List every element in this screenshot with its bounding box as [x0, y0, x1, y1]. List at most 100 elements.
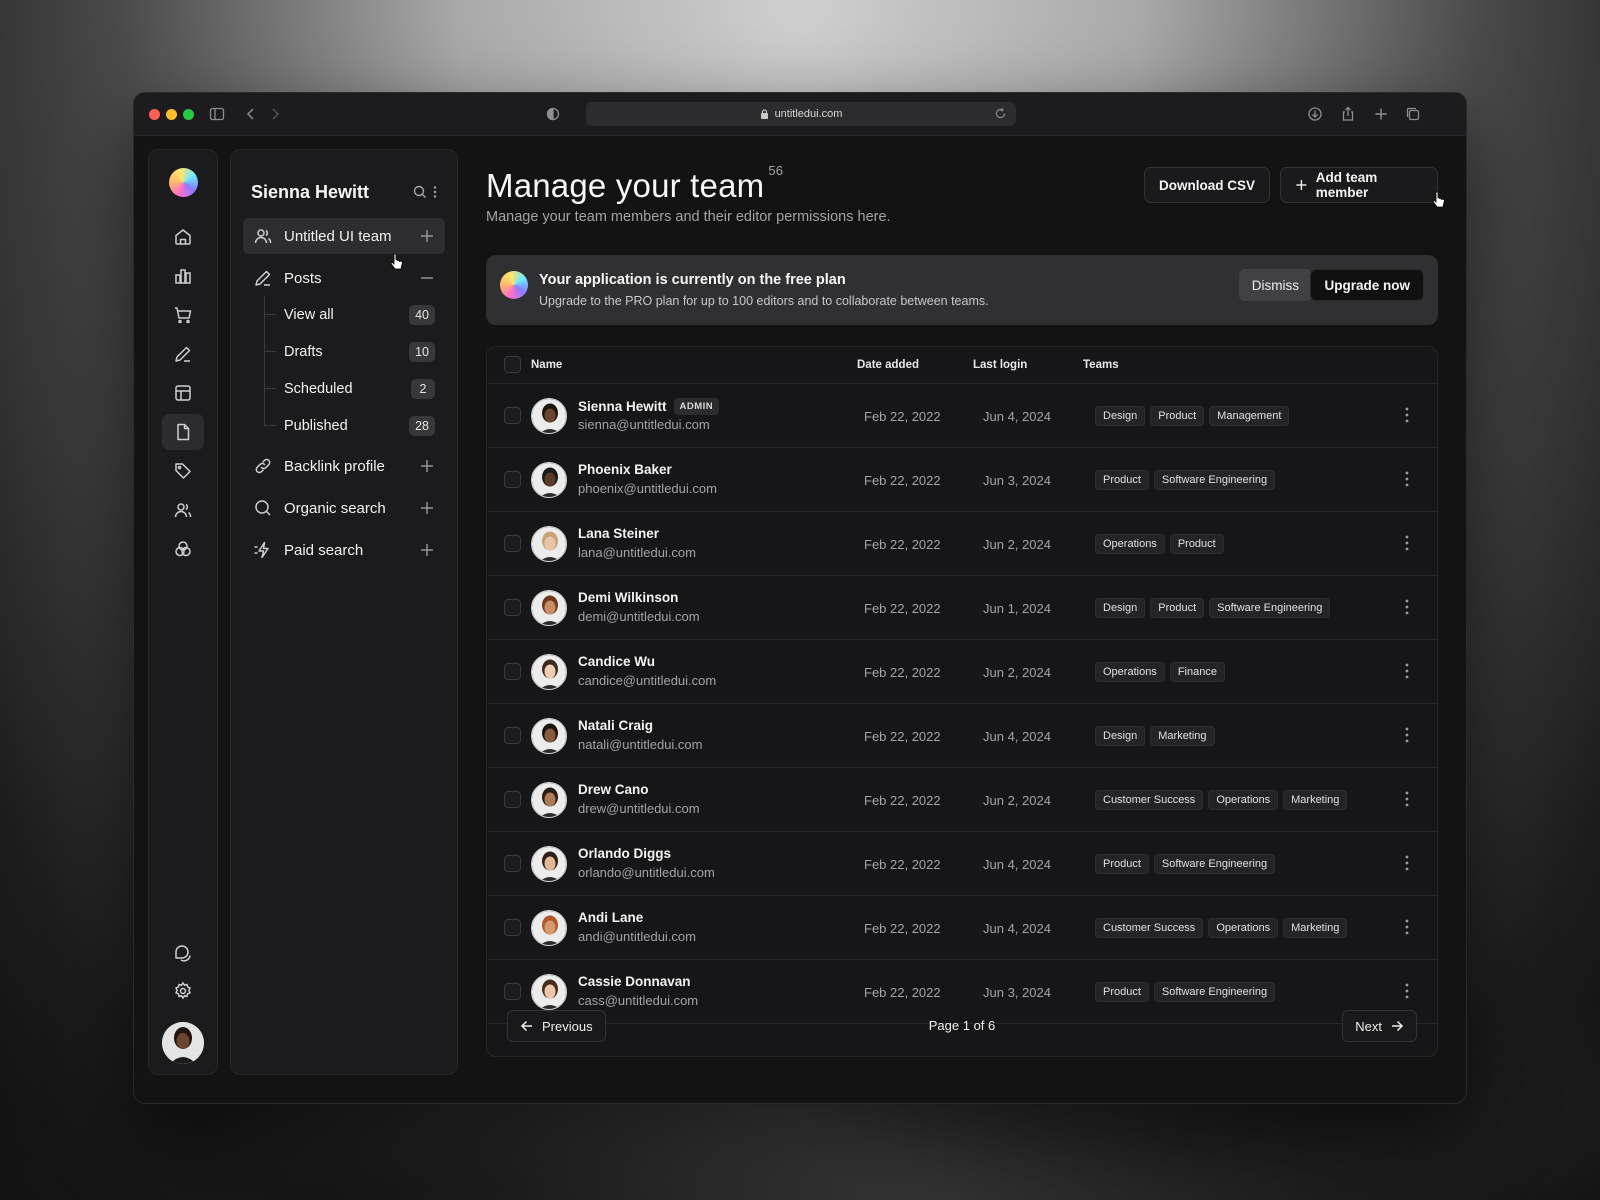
- sidebar-item-organic-search[interactable]: Organic search: [243, 490, 445, 526]
- back-icon[interactable]: [242, 105, 260, 123]
- sidebar-item-paid-search[interactable]: Paid search: [243, 532, 445, 568]
- circles-icon[interactable]: [162, 531, 204, 567]
- users-icon[interactable]: [162, 492, 204, 528]
- column-header-teams[interactable]: Teams: [1083, 359, 1119, 371]
- reload-icon[interactable]: [994, 107, 1008, 121]
- row-checkbox[interactable]: [504, 535, 521, 552]
- add-team-member-label: Add team member: [1315, 170, 1378, 200]
- sidebar-item-posts[interactable]: Posts: [243, 260, 445, 296]
- shopping-cart-icon[interactable]: [162, 297, 204, 333]
- member-name-text: Cassie Donnavan: [578, 974, 691, 989]
- layout-icon[interactable]: [162, 375, 204, 411]
- more-vertical-icon[interactable]: [433, 185, 437, 199]
- row-checkbox[interactable]: [504, 407, 521, 424]
- arrow-right-icon: [1392, 1020, 1404, 1032]
- next-button[interactable]: Next: [1342, 1010, 1417, 1042]
- forward-icon[interactable]: [266, 105, 284, 123]
- row-checkbox[interactable]: [504, 599, 521, 616]
- settings-icon[interactable]: [162, 973, 204, 1009]
- row-checkbox[interactable]: [504, 663, 521, 680]
- plus-icon[interactable]: [419, 228, 435, 244]
- table-row[interactable]: Candice Wu candice@untitledui.com Feb 22…: [487, 640, 1437, 704]
- last-login: Jun 2, 2024: [983, 665, 1051, 680]
- dismiss-button[interactable]: Dismiss: [1238, 269, 1312, 301]
- row-checkbox[interactable]: [504, 919, 521, 936]
- maximize-window-button[interactable]: [183, 109, 194, 120]
- table-row[interactable]: Lana Steiner lana@untitledui.com Feb 22,…: [487, 512, 1437, 576]
- team-tag: Product: [1095, 854, 1149, 874]
- team-tag: Customer Success: [1095, 790, 1204, 810]
- page-subtitle: Manage your team members and their edito…: [486, 209, 891, 225]
- table-row[interactable]: Drew Cano drew@untitledui.com Feb 22, 20…: [487, 768, 1437, 832]
- minus-icon[interactable]: [419, 270, 435, 286]
- avatar[interactable]: [162, 1022, 204, 1064]
- row-checkbox[interactable]: [504, 727, 521, 744]
- share-icon[interactable]: [1339, 105, 1357, 123]
- table-row[interactable]: Sienna Hewitt ADMIN sienna@untitledui.co…: [487, 384, 1437, 448]
- url-text: untitledui.com: [774, 108, 843, 120]
- more-vertical-icon[interactable]: [1405, 534, 1409, 552]
- more-vertical-icon[interactable]: [1405, 790, 1409, 808]
- sidebar-item-team[interactable]: Untitled UI team: [243, 218, 445, 254]
- count-badge: 2: [411, 378, 435, 399]
- more-vertical-icon[interactable]: [1405, 598, 1409, 616]
- app-shell: Sienna Hewitt Untitled UI team Posts Vie…: [148, 149, 1445, 1075]
- plus-icon[interactable]: [419, 500, 435, 516]
- sidebar-item-backlink-profile[interactable]: Backlink profile: [243, 448, 445, 484]
- sidebar-item-view-all[interactable]: View all 40: [264, 296, 445, 333]
- tag-icon[interactable]: [162, 453, 204, 489]
- more-vertical-icon[interactable]: [1405, 854, 1409, 872]
- select-all-checkbox[interactable]: [504, 356, 521, 373]
- bar-chart-icon[interactable]: [162, 258, 204, 294]
- date-added: Feb 22, 2022: [864, 793, 941, 808]
- sidebar-toggle-icon[interactable]: [208, 105, 226, 123]
- more-vertical-icon[interactable]: [1405, 470, 1409, 488]
- minimize-window-button[interactable]: [166, 109, 177, 120]
- download-csv-button[interactable]: Download CSV: [1143, 167, 1270, 203]
- table-row[interactable]: Phoenix Baker phoenix@untitledui.com Feb…: [487, 448, 1437, 512]
- add-team-member-button[interactable]: Add team member: [1280, 167, 1438, 203]
- search-icon[interactable]: [413, 185, 427, 199]
- privacy-shield-icon[interactable]: [544, 105, 562, 123]
- row-checkbox[interactable]: [504, 855, 521, 872]
- table-row[interactable]: Orlando Diggs orlando@untitledui.com Feb…: [487, 832, 1437, 896]
- team-tag: Management: [1209, 406, 1290, 426]
- sidebar-item-scheduled[interactable]: Scheduled 2: [264, 370, 445, 407]
- more-vertical-icon[interactable]: [1405, 662, 1409, 680]
- member-name: Orlando Diggs: [578, 846, 671, 861]
- table-row[interactable]: Natali Craig natali@untitledui.com Feb 2…: [487, 704, 1437, 768]
- plus-icon[interactable]: [419, 542, 435, 558]
- avatar: [531, 462, 567, 498]
- sidebar-item-drafts[interactable]: Drafts 10: [264, 333, 445, 370]
- more-vertical-icon[interactable]: [1405, 406, 1409, 424]
- download-icon[interactable]: [1306, 105, 1324, 123]
- table-row[interactable]: Demi Wilkinson demi@untitledui.com Feb 2…: [487, 576, 1437, 640]
- page-title: Manage your team 56: [486, 163, 783, 205]
- tab-overview-icon[interactable]: [1404, 105, 1422, 123]
- member-email: sienna@untitledui.com: [578, 417, 710, 432]
- more-vertical-icon[interactable]: [1405, 918, 1409, 936]
- row-checkbox[interactable]: [504, 471, 521, 488]
- upgrade-now-button[interactable]: Upgrade now: [1310, 269, 1424, 301]
- column-header-last-login[interactable]: Last login: [973, 359, 1027, 371]
- address-bar[interactable]: untitledui.com: [586, 102, 1016, 126]
- file-icon[interactable]: [162, 414, 204, 450]
- home-icon[interactable]: [162, 219, 204, 255]
- support-icon[interactable]: [162, 934, 204, 970]
- plus-icon[interactable]: [419, 458, 435, 474]
- team-tag: Design: [1095, 598, 1146, 618]
- logo-icon[interactable]: [168, 168, 198, 197]
- column-header-name[interactable]: Name: [531, 359, 562, 371]
- column-header-date-added[interactable]: Date added: [857, 359, 919, 371]
- avatar: [531, 910, 567, 946]
- new-tab-icon[interactable]: [1372, 105, 1390, 123]
- row-checkbox[interactable]: [504, 791, 521, 808]
- sidebar-item-published[interactable]: Published 28: [264, 407, 445, 444]
- avatar: [531, 526, 567, 562]
- sidebar-item-label: Drafts: [284, 343, 323, 360]
- close-window-button[interactable]: [149, 109, 160, 120]
- member-name-text: Phoenix Baker: [578, 462, 672, 477]
- pen-icon[interactable]: [162, 336, 204, 372]
- table-row[interactable]: Andi Lane andi@untitledui.com Feb 22, 20…: [487, 896, 1437, 960]
- more-vertical-icon[interactable]: [1405, 726, 1409, 744]
